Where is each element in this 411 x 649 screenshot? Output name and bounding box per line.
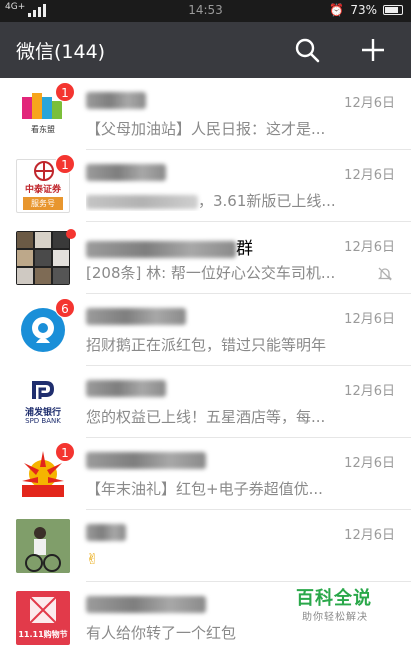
battery-icon (383, 5, 403, 15)
chat-time: 12月6日 (344, 456, 395, 471)
chat-preview: ，3.61新版已上线... (86, 190, 336, 211)
avatar-sub: 服务号 (23, 197, 63, 210)
chat-time: 12月6日 (344, 528, 395, 543)
group-avatar-grid (17, 232, 69, 284)
avatar (16, 519, 70, 573)
mute-bell-icon (377, 267, 393, 281)
avatar-label: 11.11购物节 (18, 630, 68, 639)
watermark: 百科全说 助你轻松解决 (272, 584, 411, 649)
watermark-subtitle: 助你轻松解决 (302, 612, 368, 623)
app-bar: 微信(144) (0, 22, 411, 78)
unread-badge: 1 (55, 442, 75, 462)
chat-name (86, 522, 126, 542)
chat-time: 12月6日 (344, 96, 395, 111)
logo-icon (32, 381, 55, 399)
chat-row[interactable]: 6 12月6日 招财鹅正在派红包，错过只能等明年 (0, 294, 411, 366)
logo-icon (29, 596, 57, 624)
chat-preview: ✌ (86, 550, 99, 568)
unread-badge: 1 (55, 82, 75, 102)
watermark-title: 百科全说 (296, 588, 372, 609)
avatar-label: 中泰证券 (24, 185, 61, 195)
chat-name (86, 162, 166, 182)
chat-time: 12月6日 (344, 168, 395, 183)
chat-time: 12月6日 (344, 240, 395, 255)
plus-icon[interactable] (358, 35, 388, 65)
avatar-label: 看东盟 (31, 125, 55, 134)
status-bar: 4G+ 14:53 ⏰ 73% (0, 0, 411, 22)
chat-time: 12月6日 (344, 384, 395, 399)
chat-preview: 您的权益已上线！五星酒店等，每... (86, 408, 326, 426)
chat-name (86, 450, 206, 470)
avatar: 11.11购物节 (16, 591, 70, 645)
unread-badge: 1 (55, 154, 75, 174)
chat-preview: 【父母加油站】人民日报：这才是... (86, 120, 326, 138)
search-icon[interactable] (292, 35, 322, 65)
chat-preview: 【年末油礼】红包+电子券超值优... (86, 480, 323, 498)
group-avatar (16, 231, 70, 285)
chat-row[interactable]: 中泰证券 服务号 1 12月6日 ，3.61新版已上线... (0, 150, 411, 222)
chat-row[interactable]: 1 12月6日 【年末油礼】红包+电子券超值优... (0, 438, 411, 510)
avatar-sub: SPD BANK (25, 417, 61, 425)
chat-name (86, 378, 166, 398)
photo-avatar (16, 519, 70, 573)
alarm-icon: ⏰ (329, 3, 345, 17)
chat-preview: 有人给你转了一个红包 (86, 624, 237, 642)
chat-row[interactable]: 浦发银行 SPD BANK 12月6日 您的权益已上线！五星酒店等，每... (0, 366, 411, 438)
battery-percent: 73% (350, 3, 377, 17)
chat-name: 群 (86, 234, 253, 259)
chat-row[interactable]: 看东盟 1 12月6日 【父母加油站】人民日报：这才是... (0, 78, 411, 150)
chat-name (86, 90, 146, 110)
unread-dot (66, 229, 76, 239)
chat-preview: 招财鹅正在派红包，错过只能等明年 (86, 336, 327, 354)
chat-time: 12月6日 (344, 312, 395, 327)
app-title: 微信(144) (16, 41, 106, 63)
avatar: 浦发银行 SPD BANK (16, 375, 70, 429)
chat-name (86, 306, 186, 326)
chat-name (86, 594, 206, 614)
unread-badge: 6 (55, 298, 75, 318)
chat-row[interactable]: 群 12月6日 [208条] 林: 帮一位好心公交车司机... (0, 222, 411, 294)
chat-row[interactable]: 12月6日 ✌ (0, 510, 411, 582)
chat-preview: [208条] 林: 帮一位好心公交车司机... (86, 264, 336, 282)
